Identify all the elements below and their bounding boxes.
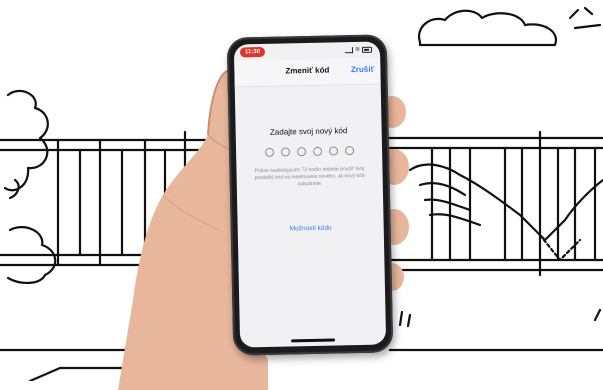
home-indicator[interactable] — [291, 338, 336, 343]
battery-icon — [361, 46, 373, 53]
passcode-prompt: Zadajte svoj nový kód — [269, 126, 348, 137]
status-time: 11:30 — [239, 46, 266, 58]
status-icons: ≋ — [344, 46, 373, 54]
phone-screen: 11:30 ≋ Zmeniť kód Zrušiť Zadajte svoj n… — [233, 41, 387, 348]
passcode-dot — [264, 147, 274, 157]
passcode-dot — [328, 146, 338, 156]
navigation-bar: Zmeniť kód Zrušiť — [234, 57, 381, 88]
signal-icon — [344, 46, 353, 53]
passcode-dot — [296, 147, 306, 157]
passcode-options-link[interactable]: Možnosti kódu — [238, 223, 384, 233]
passcode-dot — [312, 146, 322, 156]
cancel-button[interactable]: Zrušiť — [351, 65, 375, 74]
passcode-dot — [280, 147, 290, 157]
passcode-dots[interactable] — [236, 145, 382, 157]
passcode-info-text: Počas nasledujúcich 72 hodín môžete použ… — [254, 165, 365, 188]
fence-right — [383, 136, 603, 272]
passcode-dot — [344, 146, 354, 156]
wifi-icon: ≋ — [354, 46, 361, 54]
cloud — [417, 9, 558, 47]
phone: 11:30 ≋ Zmeniť kód Zrušiť Zadajte svoj n… — [226, 34, 394, 356]
